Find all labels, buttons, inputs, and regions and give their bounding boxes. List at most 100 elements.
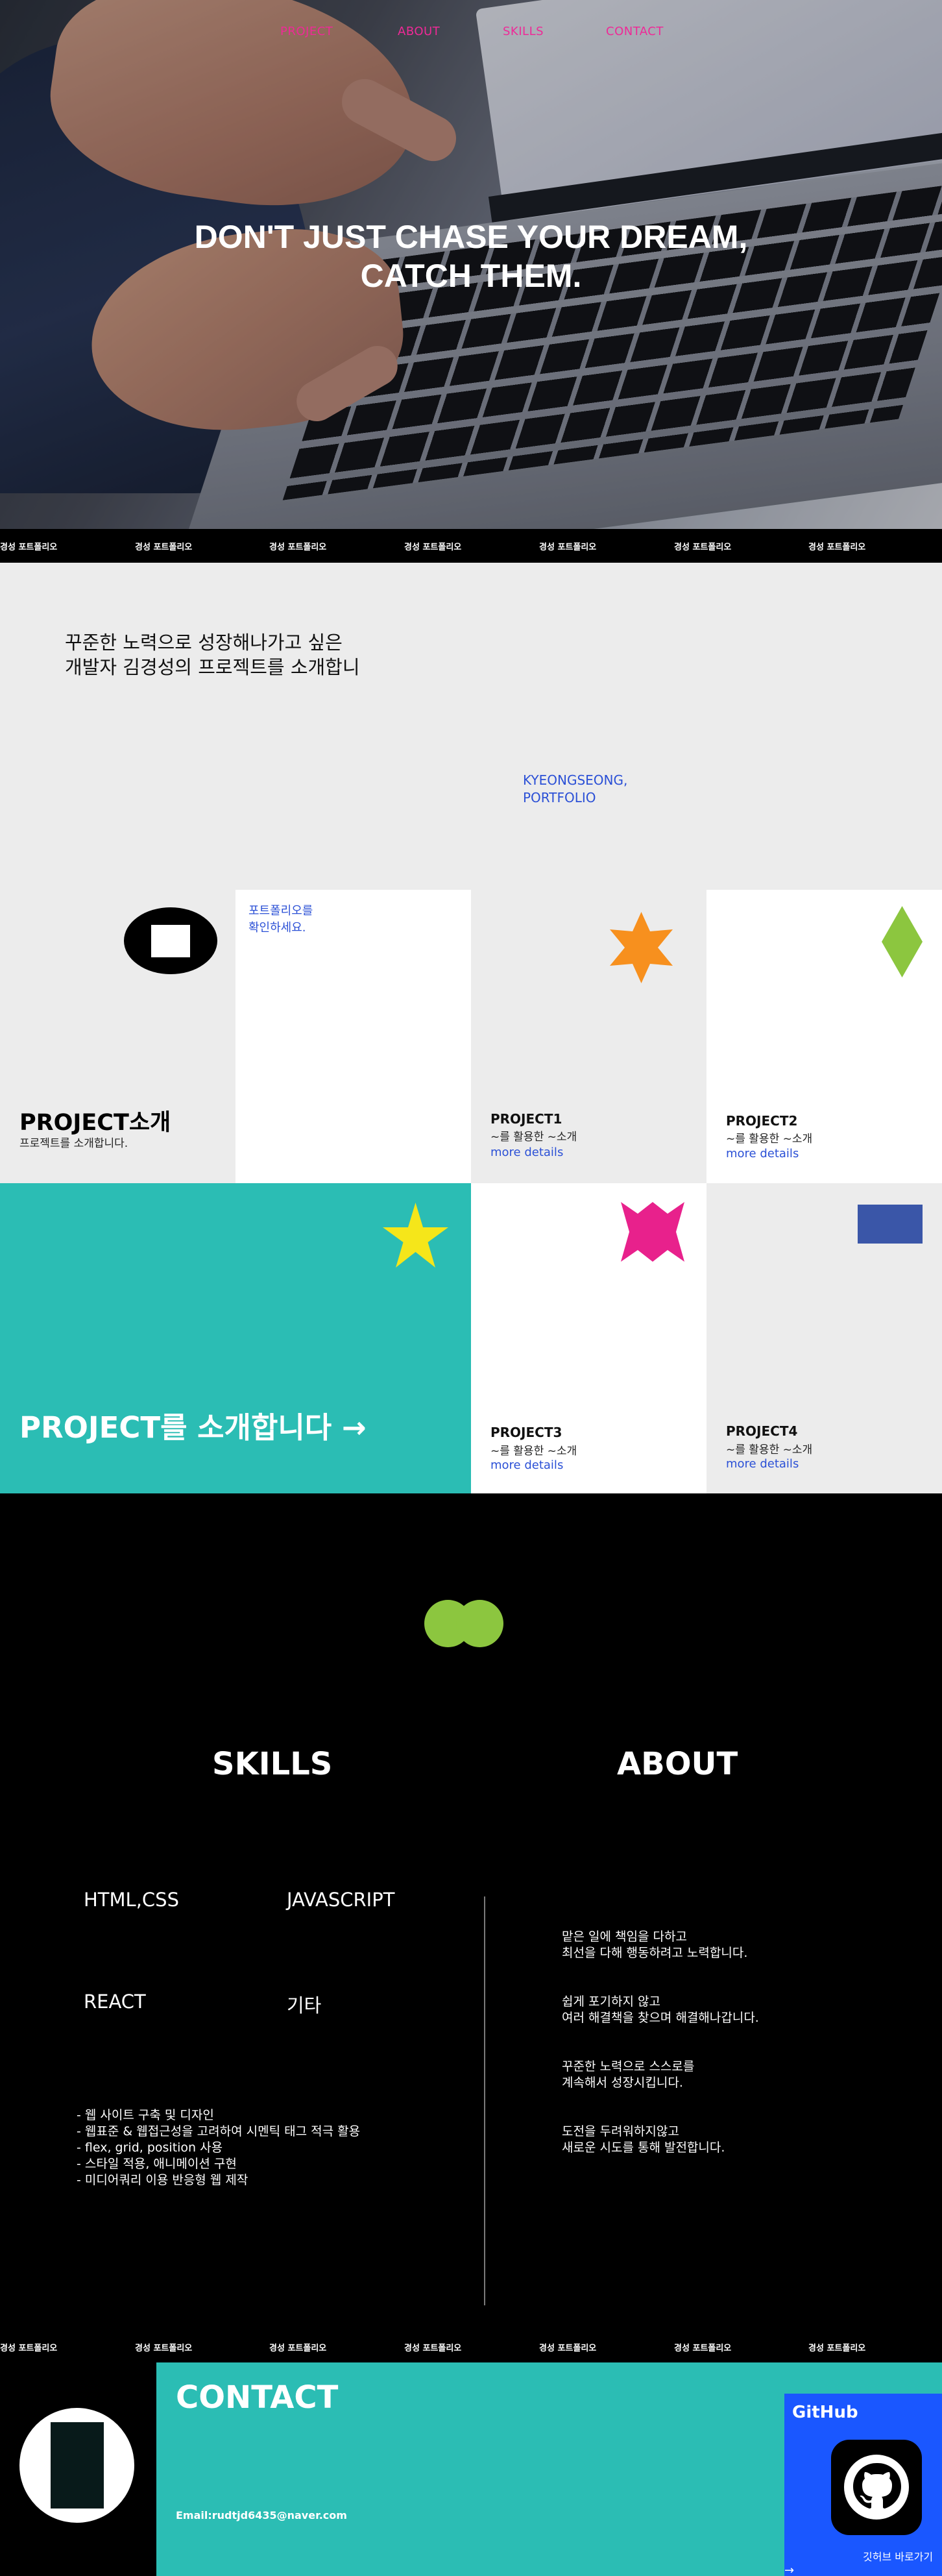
burst-pink-icon bbox=[621, 1202, 684, 1262]
skills-detail-item: - 웹표준 & 웹접근성을 고려하여 시멘틱 태그 적극 활용 bbox=[77, 2124, 361, 2139]
about-item-line2: 여러 해결책을 찾으며 해결해나갑니다. bbox=[562, 2011, 759, 2025]
contact-heading: CONTACT bbox=[176, 2379, 339, 2416]
contact-section: CONTACT Email:rudtjd6435@naver.com GitHu… bbox=[0, 2362, 942, 2576]
intro-side-label: KYEONGSEONG, PORTFOLIO bbox=[523, 772, 627, 807]
skills-detail-item: - 스타일 적용, 애니메이션 구현 bbox=[77, 2157, 237, 2171]
ellipse-square-icon bbox=[124, 907, 217, 974]
project-desc: ~를 활용한 ~소개 bbox=[490, 1131, 577, 1144]
project-desc: ~를 활용한 ~소개 bbox=[490, 1445, 577, 1458]
avatar-image bbox=[51, 2422, 104, 2509]
intro-side-line2: PORTFOLIO bbox=[523, 790, 596, 805]
project-desc: ~를 활용한 ~소개 bbox=[726, 1443, 813, 1456]
portfolio-note-line1: 포트폴리오를 bbox=[248, 904, 313, 918]
project-more-link[interactable]: more details bbox=[490, 1146, 563, 1159]
portfolio-note: 포트폴리오를 확인하세요. bbox=[248, 903, 313, 937]
skill-react: REACT bbox=[84, 1991, 146, 2013]
skill-htmlcss: HTML,CSS bbox=[84, 1889, 179, 1911]
project-heading: PROJECT소개 bbox=[19, 1110, 171, 1136]
marquee-text: 경성 포트폴리오 bbox=[539, 543, 597, 552]
intro-line1: 꾸준한 노력으로 성장해나가고 싶은 bbox=[65, 632, 343, 654]
intro-text: 꾸준한 노력으로 성장해나가고 싶은 개발자 김경성의 프로젝트를 소개합니 bbox=[65, 630, 360, 680]
about-heading: ABOUT bbox=[617, 1746, 738, 1782]
project-more-link[interactable]: more details bbox=[490, 1458, 563, 1472]
project-card-1[interactable]: PROJECT1 ~를 활용한 ~소개 more details bbox=[471, 890, 706, 1183]
marquee-text: 경성 포트폴리오 bbox=[135, 543, 193, 552]
skills-detail-item: - 미디어쿼리 이용 반응형 웹 제작 bbox=[77, 2173, 248, 2187]
marquee-text: 경성 포트폴리오 bbox=[135, 2344, 193, 2353]
marquee-strip-top: 경성 포트폴리오 경성 포트폴리오 경성 포트폴리오 경성 포트폴리오 경성 포… bbox=[0, 529, 942, 563]
about-item-line1: 도전을 두려워하지않고 bbox=[562, 2124, 679, 2139]
skills-about-section: SKILLS ABOUT HTML,CSS JAVASCRIPT REACT 기… bbox=[0, 1494, 942, 2337]
project-title: PROJECT2 bbox=[726, 1113, 798, 1129]
github-link[interactable]: 깃허브 바로가기 bbox=[863, 2548, 933, 2564]
skills-detail-list: - 웹 사이트 구축 및 디자인 - 웹표준 & 웹접근성을 고려하여 시멘틱 … bbox=[77, 2107, 360, 2189]
nav-project[interactable]: PROJECT bbox=[280, 25, 333, 38]
nav-contact[interactable]: CONTACT bbox=[606, 25, 664, 38]
project-more-link[interactable]: more details bbox=[726, 1147, 799, 1160]
project-cta-card[interactable]: PROJECT를 소개합니다 → bbox=[0, 1183, 471, 1493]
about-item-line2: 계속해서 성장시킵니다. bbox=[562, 2076, 683, 2090]
project-title: PROJECT3 bbox=[490, 1425, 562, 1440]
marquee-text: 경성 포트폴리오 bbox=[674, 2344, 732, 2353]
skills-detail-item: - flex, grid, position 사용 bbox=[77, 2141, 223, 2155]
project-card-4[interactable]: PROJECT4 ~를 활용한 ~소개 more details bbox=[706, 1183, 942, 1493]
intro-side-line1: KYEONGSEONG, bbox=[523, 772, 628, 788]
marquee-text: 경성 포트폴리오 bbox=[539, 2344, 597, 2353]
rectangle-blue-icon bbox=[858, 1205, 923, 1244]
github-icon[interactable] bbox=[831, 2440, 922, 2535]
about-item: 쉽게 포기하지 않고 여러 해결책을 찾으며 해결해나갑니다. bbox=[562, 1994, 759, 2026]
marquee-text: 경성 포트폴리오 bbox=[808, 2344, 866, 2353]
contact-avatar-box bbox=[0, 2362, 156, 2576]
about-item-line2: 최선을 다해 행동하려고 노력합니다. bbox=[562, 1946, 748, 1960]
hero-section: PROJECT ABOUT SKILLS CONTACT DON'T JUST … bbox=[0, 0, 942, 529]
diamond-green-icon bbox=[882, 906, 923, 977]
project-card-3[interactable]: PROJECT3 ~를 활용한 ~소개 more details bbox=[471, 1183, 706, 1493]
project-more-link[interactable]: more details bbox=[726, 1457, 799, 1471]
star-orange-icon bbox=[610, 912, 673, 983]
skill-etc: 기타 bbox=[287, 1994, 322, 2017]
about-item-line1: 꾸준한 노력으로 스스로를 bbox=[562, 2059, 695, 2074]
github-arrow-icon[interactable]: → bbox=[784, 2564, 794, 2576]
project-title: PROJECT1 bbox=[490, 1111, 562, 1127]
project-desc: ~를 활용한 ~소개 bbox=[726, 1133, 813, 1146]
about-item-line1: 쉽게 포기하지 않고 bbox=[562, 1994, 660, 2009]
skills-detail-item: - 웹 사이트 구축 및 디자인 bbox=[77, 2108, 214, 2122]
marquee-text: 경성 포트폴리오 bbox=[808, 543, 866, 552]
section-divider bbox=[484, 1896, 485, 2305]
project-card-2[interactable]: PROJECT2 ~를 활용한 ~소개 more details bbox=[706, 890, 942, 1183]
marquee-text: 경성 포트폴리오 bbox=[0, 2344, 58, 2353]
about-item-line2: 새로운 시도를 통해 발전합니다. bbox=[562, 2141, 725, 2155]
about-item: 맡은 일에 책임을 다하고 최선을 다해 행동하려고 노력합니다. bbox=[562, 1929, 747, 1961]
skills-heading: SKILLS bbox=[212, 1746, 333, 1782]
project-intro-card: PROJECT소개 프로젝트를 소개합니다. bbox=[0, 890, 235, 1183]
about-item-line1: 맡은 일에 책임을 다하고 bbox=[562, 1930, 687, 1944]
skill-javascript: JAVASCRIPT bbox=[287, 1889, 395, 1911]
nav-about[interactable]: ABOUT bbox=[398, 25, 440, 38]
github-title: GitHub bbox=[792, 2403, 858, 2422]
marquee-strip-bottom: 경성 포트폴리오 경성 포트폴리오 경성 포트폴리오 경성 포트폴리오 경성 포… bbox=[0, 2330, 942, 2362]
star-yellow-icon bbox=[383, 1203, 448, 1268]
intro-section: 꾸준한 노력으로 성장해나가고 싶은 개발자 김경성의 프로젝트를 소개합니 K… bbox=[0, 563, 942, 890]
marquee-text: 경성 포트폴리오 bbox=[0, 543, 58, 552]
avatar bbox=[19, 2408, 134, 2523]
project-title: PROJECT4 bbox=[726, 1423, 798, 1439]
marquee-text: 경성 포트폴리오 bbox=[269, 2344, 327, 2353]
marquee-text: 경성 포트폴리오 bbox=[404, 543, 462, 552]
portfolio-note-line2: 확인하세요. bbox=[248, 921, 306, 935]
hero-title: DON'T JUST CHASE YOUR DREAM, CATCH THEM. bbox=[0, 217, 942, 295]
nav-skills[interactable]: SKILLS bbox=[503, 25, 544, 38]
project-cta-text[interactable]: PROJECT를 소개합니다 → bbox=[19, 1404, 367, 1446]
marquee-text: 경성 포트폴리오 bbox=[404, 2344, 462, 2353]
github-card[interactable]: GitHub 깃허브 바로가기 → bbox=[784, 2394, 942, 2576]
project-subheading: 프로젝트를 소개합니다. bbox=[19, 1137, 128, 1150]
hero-title-line2: CATCH THEM. bbox=[360, 258, 582, 294]
marquee-text: 경성 포트폴리오 bbox=[674, 543, 732, 552]
portfolio-note-card: 포트폴리오를 확인하세요. bbox=[235, 890, 471, 1183]
intro-line2: 개발자 김경성의 프로젝트를 소개합니 bbox=[65, 656, 360, 678]
double-circle-green-icon bbox=[424, 1600, 503, 1647]
marquee-text: 경성 포트폴리오 bbox=[269, 543, 327, 552]
top-nav: PROJECT ABOUT SKILLS CONTACT bbox=[0, 25, 942, 40]
about-item: 꾸준한 노력으로 스스로를 계속해서 성장시킵니다. bbox=[562, 2059, 694, 2091]
github-octocat-icon bbox=[844, 2455, 909, 2520]
contact-email[interactable]: Email:rudtjd6435@naver.com bbox=[176, 2509, 347, 2521]
